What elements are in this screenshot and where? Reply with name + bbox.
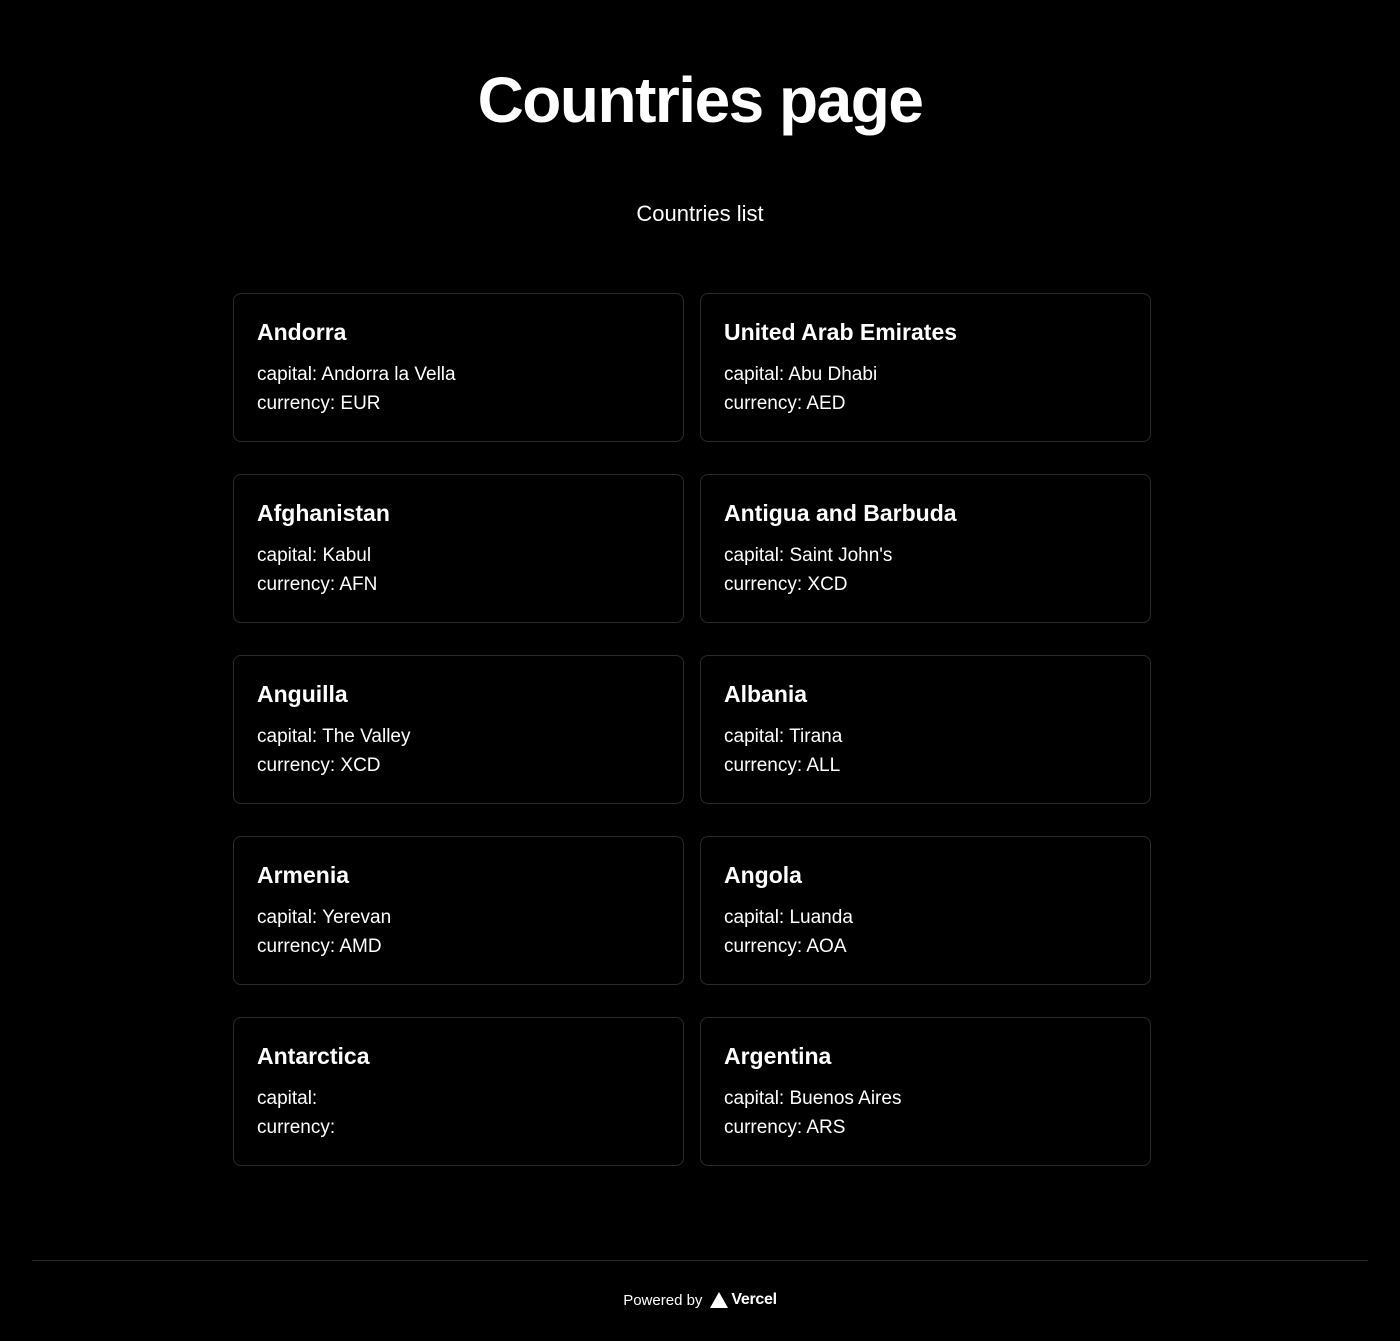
page-title: Countries page <box>477 64 924 136</box>
vercel-logo: Vercel <box>710 1291 777 1309</box>
country-capital: capital: Buenos Aires <box>724 1088 902 1109</box>
country-name: Anguilla <box>257 681 348 707</box>
country-currency: currency: XCD <box>724 574 848 595</box>
country-card[interactable]: United Arab Emirates capital: Abu Dhabi … <box>700 293 1151 442</box>
country-capital: capital: Yerevan <box>257 907 392 928</box>
country-card[interactable]: Andorra capital: Andorra la Vella curren… <box>233 293 684 442</box>
country-capital: capital: Tirana <box>724 726 843 747</box>
country-card[interactable]: Armenia capital: Yerevan currency: AMD <box>233 836 684 985</box>
country-currency: currency: XCD <box>257 755 381 776</box>
powered-by-label: Powered by <box>623 1291 703 1309</box>
country-name: Afghanistan <box>257 500 390 526</box>
country-card[interactable]: Afghanistan capital: Kabul currency: AFN <box>233 474 684 623</box>
country-card[interactable]: Albania capital: Tirana currency: ALL <box>700 655 1151 804</box>
country-card[interactable]: Antarctica capital: currency: <box>233 1017 684 1166</box>
country-capital: capital: The Valley <box>257 726 411 747</box>
country-name: Antigua and Barbuda <box>724 500 957 526</box>
country-capital: capital: Abu Dhabi <box>724 364 878 385</box>
country-name: Angola <box>724 862 802 888</box>
country-card[interactable]: Antigua and Barbuda capital: Saint John'… <box>700 474 1151 623</box>
country-capital: capital: Andorra la Vella <box>257 364 456 385</box>
country-card[interactable]: Angola capital: Luanda currency: AOA <box>700 836 1151 985</box>
powered-by-link[interactable]: Powered by Vercel <box>32 1291 1368 1309</box>
vercel-triangle-icon <box>710 1292 729 1308</box>
country-currency: currency: ARS <box>724 1117 846 1138</box>
country-grid: Andorra capital: Andorra la Vella curren… <box>233 293 1151 1166</box>
country-name: United Arab Emirates <box>724 319 958 345</box>
country-currency: currency: AOA <box>724 936 847 957</box>
country-card[interactable]: Argentina capital: Buenos Aires currency… <box>700 1017 1151 1166</box>
footer: Powered by Vercel <box>32 1260 1368 1341</box>
country-currency: currency: <box>257 1117 336 1138</box>
page: Countries page Countries list Andorra ca… <box>0 0 1400 1341</box>
country-capital: capital: <box>257 1088 318 1109</box>
country-name: Andorra <box>257 319 347 345</box>
vercel-brand-label: Vercel <box>731 1291 777 1308</box>
country-currency: currency: AMD <box>257 936 382 957</box>
country-currency: currency: ALL <box>724 755 841 776</box>
country-currency: currency: EUR <box>257 393 381 414</box>
country-currency: currency: AFN <box>257 574 378 595</box>
country-card[interactable]: Anguilla capital: The Valley currency: X… <box>233 655 684 804</box>
country-currency: currency: AED <box>724 393 846 414</box>
country-capital: capital: Luanda <box>724 907 853 928</box>
country-name: Albania <box>724 681 808 707</box>
country-name: Antarctica <box>257 1043 370 1069</box>
country-capital: capital: Kabul <box>257 545 372 566</box>
country-name: Armenia <box>257 862 350 888</box>
page-subtitle: Countries list <box>636 201 764 226</box>
country-capital: capital: Saint John's <box>724 545 893 566</box>
country-name: Argentina <box>724 1043 832 1069</box>
